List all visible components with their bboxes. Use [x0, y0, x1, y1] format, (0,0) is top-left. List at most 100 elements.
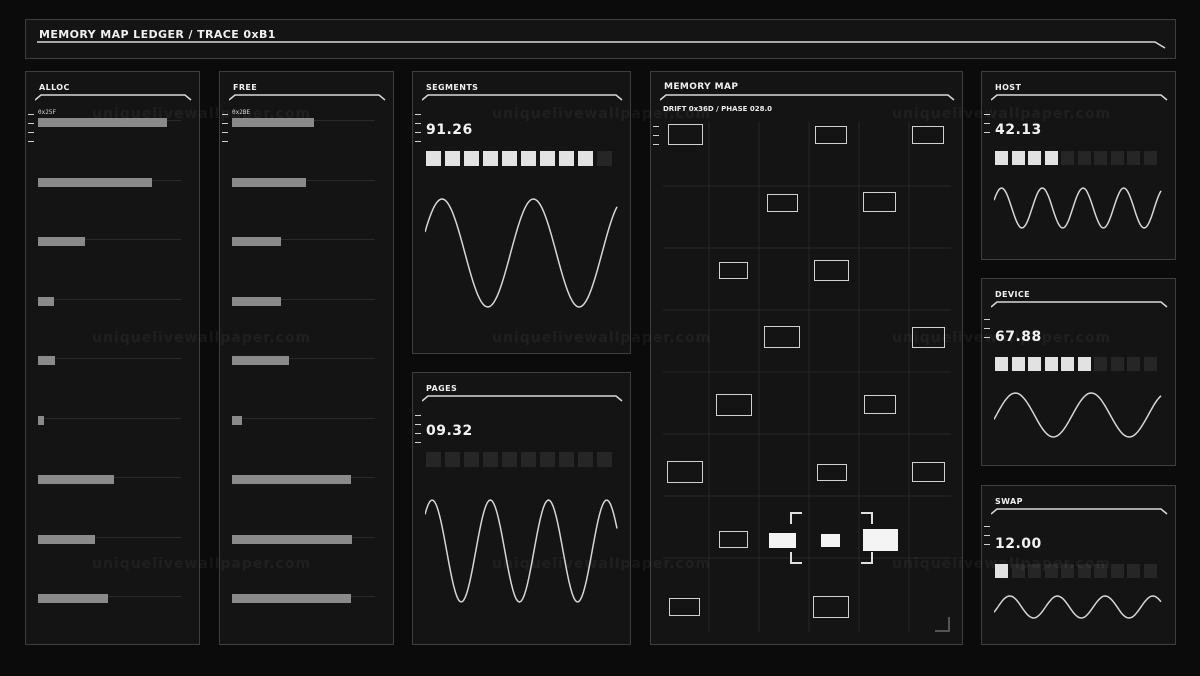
ledger-row: [38, 407, 181, 467]
meter-cell: [1028, 357, 1041, 371]
meter-cell: [1061, 357, 1074, 371]
meter-cell: [1127, 151, 1140, 165]
memory-block-selected[interactable]: [821, 534, 840, 547]
memory-block[interactable]: [912, 126, 944, 144]
meter-cell: [1028, 151, 1041, 165]
row-rule: [38, 298, 181, 300]
swap-title: SWAP: [995, 497, 1023, 506]
memory-block[interactable]: [815, 126, 847, 144]
meter-cell: [597, 151, 612, 166]
meter-cell: [1094, 357, 1107, 371]
usage-bar: [38, 237, 86, 246]
alloc-title: ALLOC: [39, 83, 70, 92]
device-panel: DEVICE 67.88: [981, 278, 1176, 466]
memory-block[interactable]: [668, 124, 703, 145]
segments-panel: SEGMENTS 91.26: [412, 71, 631, 354]
memory-block[interactable]: [669, 598, 700, 616]
ledger-row: [38, 288, 181, 348]
meter-cell: [597, 452, 612, 467]
usage-bar: [232, 177, 307, 187]
ledger-row: 0x25F: [38, 109, 181, 169]
usage-bar: [38, 177, 153, 187]
ledger-row: [232, 585, 375, 645]
memory-block[interactable]: [767, 194, 798, 212]
ledger-row: 0x2BE: [232, 109, 375, 169]
meter-cell: [1110, 357, 1124, 371]
header-rule: [37, 41, 1166, 49]
pages-level-meter: [426, 452, 616, 467]
meter-cell: [502, 151, 517, 166]
memory-block[interactable]: [864, 395, 896, 414]
selection-bracket-top-right: [861, 512, 873, 524]
meter-cell: [540, 151, 555, 166]
host-level-meter: [995, 151, 1160, 165]
memory-block[interactable]: [716, 394, 752, 416]
meter-cell: [559, 452, 574, 467]
memory-block[interactable]: [912, 462, 945, 482]
meter-cell: [578, 452, 593, 467]
pages-waveform: [425, 499, 618, 603]
memory-block[interactable]: [813, 596, 849, 618]
pages-value: 09.32: [426, 423, 473, 439]
device-title: DEVICE: [995, 290, 1031, 299]
usage-bar: [232, 534, 353, 544]
usage-bar: [38, 534, 96, 544]
segments-level-meter: [426, 151, 616, 166]
meter-cell: [1077, 357, 1091, 371]
usage-bar: [232, 356, 290, 365]
meter-cell: [1077, 151, 1091, 165]
selection-bracket-bottom-left: [790, 552, 802, 564]
ledger-row: [232, 347, 375, 407]
memory-block[interactable]: [814, 260, 849, 281]
meter-cell: [559, 151, 574, 166]
alloc-title-rule: [35, 94, 192, 101]
memory-block-active[interactable]: [769, 533, 796, 548]
usage-bar: [232, 415, 242, 425]
swap-value: 12.00: [995, 536, 1042, 552]
meter-cell: [1110, 564, 1124, 578]
memory-block[interactable]: [667, 461, 703, 483]
memory-block-active[interactable]: [863, 529, 898, 551]
alloc-tick-marks: [28, 114, 34, 150]
meter-cell: [578, 151, 593, 166]
row-rule: [38, 358, 181, 359]
ledger-row: [38, 347, 181, 407]
memory-block[interactable]: [817, 464, 847, 481]
device-waveform: [994, 392, 1162, 438]
memory-map-grid: [663, 122, 951, 632]
usage-bar: [232, 237, 281, 246]
meter-cell: [1143, 151, 1157, 165]
alloc-panel: ALLOC 0x25F: [25, 71, 200, 645]
meter-cell: [1094, 151, 1107, 165]
usage-bar: [232, 594, 351, 603]
selection-bracket-bottom-right: [861, 552, 873, 564]
meter-cell: [540, 452, 555, 467]
meter-cell: [1011, 151, 1025, 165]
swap-tick-marks: [984, 526, 990, 553]
memory-map-panel: MEMORY MAP DRIFT 0x36D / PHASE 028.0: [650, 71, 963, 645]
meter-cell: [1110, 151, 1124, 165]
meter-cell: [426, 151, 441, 166]
memory-block[interactable]: [764, 326, 800, 348]
meter-cell: [483, 452, 498, 467]
free-title: FREE: [233, 83, 258, 92]
meter-cell: [464, 452, 479, 467]
device-level-meter: [995, 357, 1160, 371]
memory-block[interactable]: [863, 192, 896, 212]
pages-panel: PAGES 09.32: [412, 372, 631, 645]
row-rule: [232, 417, 375, 419]
meter-cell: [426, 452, 441, 467]
ledger-row: [38, 228, 181, 288]
memory-block[interactable]: [912, 327, 945, 348]
ledger-row: [232, 526, 375, 586]
swap-level-meter: [995, 564, 1160, 578]
meter-cell: [1061, 564, 1074, 578]
device-tick-marks: [984, 319, 990, 346]
meter-cell: [1044, 151, 1058, 165]
memory-block[interactable]: [719, 531, 748, 548]
meter-cell: [1094, 564, 1107, 578]
memory-block[interactable]: [719, 262, 748, 279]
pages-title-rule: [422, 395, 623, 402]
ledger-row: [232, 407, 375, 467]
meter-cell: [464, 151, 479, 166]
